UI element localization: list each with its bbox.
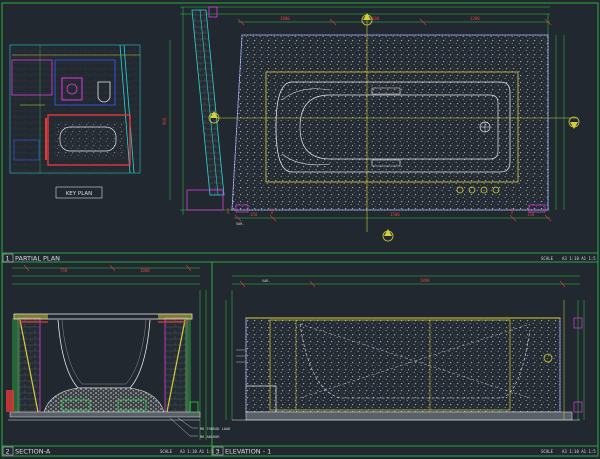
title-block-number: 2 xyxy=(6,448,10,456)
title-block-scale-value: A3 1:10 A1 1:5 xyxy=(562,449,596,454)
elevation-dim-1: 1800 xyxy=(420,278,430,283)
dim-left: 900 xyxy=(162,117,167,125)
title-block-scale-label: SCALE xyxy=(541,449,554,454)
title-block-section-a: 2 SECTION-A SCALE A3 1:10 A1 1:5 xyxy=(2,446,214,456)
elevation-dim-var: VAR. xyxy=(262,279,270,283)
section-dim-2: 1000 xyxy=(140,268,150,273)
key-plan-drawing xyxy=(9,44,141,174)
title-block-title: ELEVATION - 1 xyxy=(225,448,271,456)
dim-bottom-2: 1500 xyxy=(390,212,400,217)
section-dim-1: 750 xyxy=(60,268,68,273)
cad-drawing-sheet: 1 PARTIAL PLAN SCALE A3 1:10 A1 1:5 2 SE… xyxy=(1,2,599,457)
key-plan-label: KEY PLAN xyxy=(66,191,93,197)
title-block-number: 1 xyxy=(6,255,10,263)
title-block-elevation-1: 3 ELEVATION - 1 SCALE A3 1:10 A1 1:5 xyxy=(212,446,596,456)
title-block-scale-label: SCALE xyxy=(541,256,554,261)
title-block-title: PARTIAL PLAN xyxy=(15,255,60,263)
title-block-partial-plan: 1 PARTIAL PLAN SCALE A3 1:10 A1 1:5 xyxy=(2,253,596,263)
title-block-number: 3 xyxy=(216,448,220,456)
title-block-scale-label: SCALE xyxy=(160,449,173,454)
dim-top-2: 600 xyxy=(372,16,380,21)
section-notes: M8 THREAD LOAD M8 ANCHOR xyxy=(200,427,230,439)
elevation-1-drawing: 1800 VAR. xyxy=(225,275,585,421)
dim-var-label: VAR. xyxy=(236,222,244,226)
dim-bottom-3: 150 xyxy=(527,212,535,217)
section-a-drawing: 750 1000 xyxy=(6,264,207,440)
title-block-scale-value: A3 1:10 A1 1:5 xyxy=(180,449,214,454)
key-plan-label-box: KEY PLAN xyxy=(55,186,103,199)
dim-bottom-1: 150 xyxy=(250,212,258,217)
dim-top-1: 1800 xyxy=(280,16,290,21)
title-block-title: SECTION-A xyxy=(15,448,51,456)
section-note-thread-load: M8 THREAD LOAD xyxy=(200,427,230,431)
section-note-anchor: M8 ANCHOR xyxy=(200,435,220,439)
title-block-scale-value: A3 1:10 A1 1:5 xyxy=(562,256,596,261)
dim-top-3: 1200 xyxy=(470,16,480,21)
partial-plan-drawing xyxy=(169,6,580,242)
